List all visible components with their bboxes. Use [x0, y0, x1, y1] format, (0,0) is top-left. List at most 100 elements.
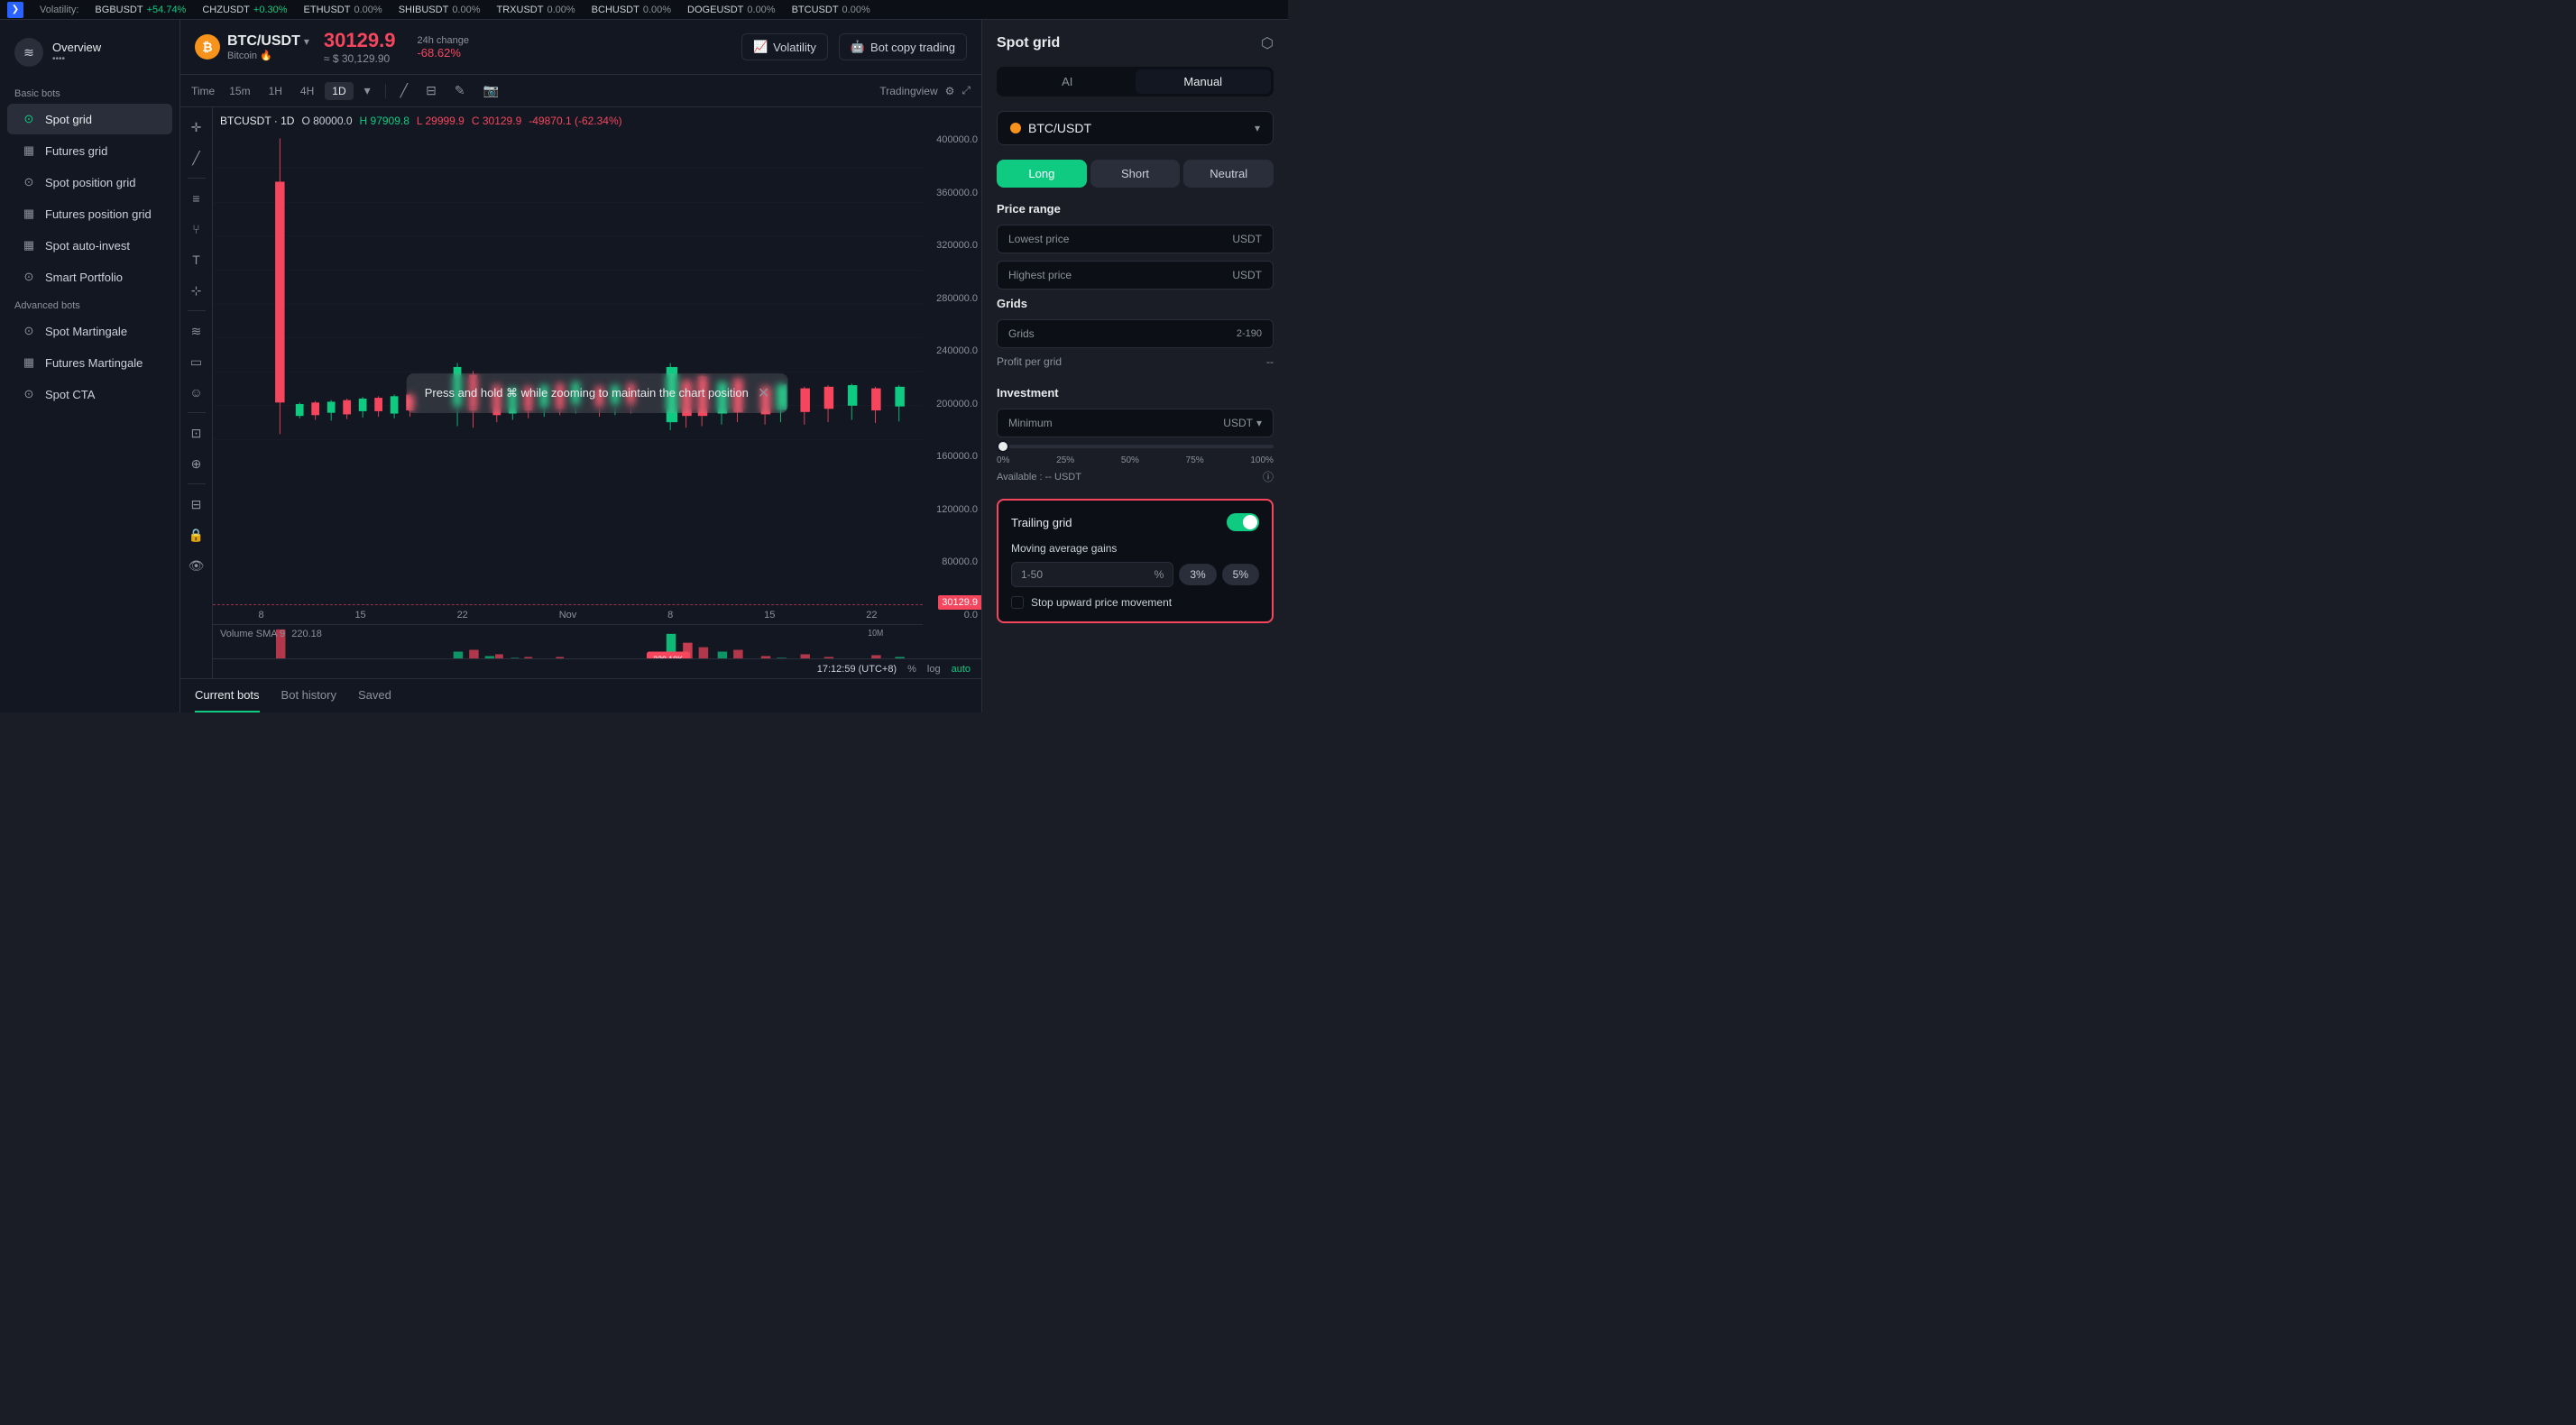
bot-copy-icon: 🤖: [851, 40, 865, 54]
investment-input[interactable]: Minimum USDT ▾: [997, 409, 1274, 437]
ma-3-percent-button[interactable]: 3%: [1179, 564, 1216, 585]
overview-dots: ••••: [52, 54, 101, 64]
lowest-price-unit: USDT: [1232, 233, 1262, 245]
price-range-title: Price range: [997, 202, 1274, 216]
sidebar-item-spot-auto-invest[interactable]: ▦ Spot auto-invest: [7, 230, 172, 261]
current-price-label: 30129.9: [938, 595, 981, 610]
pair-dropdown-icon[interactable]: ▾: [304, 35, 309, 48]
sidebar-item-spot-position-grid[interactable]: ⊙ Spot position grid: [7, 167, 172, 198]
fork-icon[interactable]: ⑂: [184, 216, 209, 242]
sidebar-item-spot-grid[interactable]: ⊙ Spot grid: [7, 104, 172, 134]
timeframe-4h[interactable]: 4H: [293, 82, 321, 100]
info-icon[interactable]: ⓘ: [1263, 469, 1274, 484]
ruler-icon[interactable]: ▭: [184, 349, 209, 374]
lowest-price-input[interactable]: Lowest price USDT: [997, 225, 1274, 253]
eye-icon[interactable]: 👁: [184, 553, 209, 578]
chart-bottom-bar: 17:12:59 (UTC+8) % log auto: [213, 658, 981, 678]
chart-controls: Time 15m 1H 4H 1D ▾ ╱ ⊟ ✎ 📷 Tradingview …: [180, 75, 981, 107]
trailing-toggle[interactable]: [1227, 513, 1259, 531]
nav-arrow-icon[interactable]: ❯: [7, 2, 23, 18]
line-chart-icon[interactable]: ╱: [393, 80, 415, 101]
auto-button[interactable]: auto: [952, 664, 971, 675]
sidebar-overview[interactable]: ≋ Overview ••••: [0, 31, 179, 74]
tab-current-bots[interactable]: Current bots: [195, 679, 260, 712]
sidebar-item-futures-position-grid[interactable]: ▦ Futures position grid: [7, 198, 172, 229]
ma-gains-input[interactable]: 1-50 %: [1011, 562, 1173, 587]
grids-range: 2-190: [1237, 328, 1262, 339]
tradingview-label: Tradingview: [879, 85, 937, 97]
investment-slider[interactable]: [997, 445, 1274, 448]
bot-icon[interactable]: ⊟: [184, 492, 209, 517]
magnet-icon[interactable]: ⊡: [184, 420, 209, 446]
tool-separator-2: [188, 310, 206, 311]
expand-icon[interactable]: ⤢: [961, 84, 971, 97]
short-button[interactable]: Short: [1090, 160, 1181, 188]
percent-label: %: [907, 664, 916, 675]
position-tabs: Long Short Neutral: [997, 160, 1274, 188]
sidebar-item-spot-martingale[interactable]: ⊙ Spot Martingale: [7, 316, 172, 346]
sidebar-item-smart-portfolio[interactable]: ⊙ Smart Portfolio: [7, 262, 172, 292]
panel-header: Spot grid ⬡: [997, 34, 1274, 52]
timeframe-dropdown-icon[interactable]: ▾: [357, 80, 378, 101]
mode-ai-button[interactable]: AI: [999, 69, 1136, 94]
sidebar-item-label: Futures position grid: [45, 207, 152, 221]
pair-selector-dropdown-icon: ▾: [1255, 122, 1260, 134]
timeframe-1d[interactable]: 1D: [325, 82, 353, 100]
bot-copy-trading-button[interactable]: 🤖 Bot copy trading: [839, 33, 967, 60]
settings-icon[interactable]: ⚙: [945, 85, 955, 97]
lowest-price-label: Lowest price: [1008, 233, 1227, 245]
pattern-icon[interactable]: ≋: [184, 318, 209, 344]
volatility-button[interactable]: 📈 Volatility: [741, 33, 828, 60]
ohlc-close: C 30129.9: [472, 115, 521, 127]
candle-chart-icon[interactable]: ⊟: [419, 80, 444, 101]
timeframe-1h[interactable]: 1H: [262, 82, 290, 100]
ma-5-percent-button[interactable]: 5%: [1222, 564, 1259, 585]
mode-manual-button[interactable]: Manual: [1136, 69, 1272, 94]
draw-icon[interactable]: ✎: [447, 80, 473, 101]
sidebar-item-label: Spot position grid: [45, 176, 135, 189]
tool-separator-4: [188, 483, 206, 484]
camera-icon[interactable]: 📷: [476, 80, 506, 101]
sidebar: ≋ Overview •••• Basic bots ⊙ Spot grid ▦…: [0, 20, 180, 712]
futures-martingale-icon: ▦: [22, 355, 36, 370]
lock-icon[interactable]: 🔒: [184, 522, 209, 547]
crosshair-icon[interactable]: ✛: [184, 115, 209, 140]
text-tool-icon[interactable]: T: [184, 247, 209, 272]
zoom-tool-icon[interactable]: ⊕: [184, 451, 209, 476]
profit-per-grid-row: Profit per grid --: [997, 352, 1274, 372]
grids-input[interactable]: Grids 2-190: [997, 319, 1274, 348]
sidebar-item-label: Spot grid: [45, 113, 92, 126]
pair-selector[interactable]: BTC/USDT ▾: [997, 111, 1274, 145]
available-label: Available :: [997, 472, 1043, 483]
tab-saved[interactable]: Saved: [358, 679, 391, 712]
panel-export-icon[interactable]: ⬡: [1261, 34, 1274, 52]
ma-input-placeholder: 1-50: [1021, 568, 1043, 581]
long-button[interactable]: Long: [997, 160, 1087, 188]
sidebar-item-futures-grid[interactable]: ▦ Futures grid: [7, 135, 172, 166]
timeframe-15m[interactable]: 15m: [222, 82, 257, 100]
slider-thumb[interactable]: [997, 440, 1009, 453]
pair-name: BTC/USDT: [227, 33, 300, 50]
tooltip-close-icon[interactable]: ✕: [758, 384, 769, 402]
highest-price-input[interactable]: Highest price USDT: [997, 261, 1274, 290]
sidebar-item-spot-cta[interactable]: ⊙ Spot CTA: [7, 379, 172, 409]
volatility-label: Volatility:: [40, 5, 78, 15]
sidebar-item-futures-martingale[interactable]: ▦ Futures Martingale: [7, 347, 172, 378]
ticker-bgbusdt: BGBUSDT +54.74%: [95, 5, 186, 15]
stop-upward-checkbox[interactable]: [1011, 596, 1024, 609]
log-button[interactable]: log: [927, 664, 941, 675]
channel-icon[interactable]: ≡: [184, 186, 209, 211]
neutral-button[interactable]: Neutral: [1183, 160, 1274, 188]
emoji-icon[interactable]: ☺: [184, 380, 209, 405]
measure-icon[interactable]: ⊹: [184, 278, 209, 303]
pair-info: ₿ BTC/USDT ▾ Bitcoin 🔥: [195, 33, 309, 61]
investment-dropdown-icon[interactable]: ▾: [1256, 417, 1262, 429]
ticker-chzusdt: CHZUSDT +0.30%: [202, 5, 287, 15]
pair-selector-name: BTC/USDT: [1028, 121, 1091, 135]
tab-bot-history[interactable]: Bot history: [281, 679, 336, 712]
line-tool-icon[interactable]: ╱: [184, 145, 209, 170]
slider-labels: 0% 25% 50% 75% 100%: [997, 455, 1274, 465]
chart-body: ✛ ╱ ≡ ⑂ T ⊹ ≋ ▭ ☺ ⊡ ⊕ ⊟ 🔒 👁: [180, 107, 981, 678]
ma-gains-row: 1-50 % 3% 5%: [1011, 562, 1259, 587]
right-panel: Spot grid ⬡ AI Manual BTC/USDT ▾ Long Sh…: [981, 20, 1288, 712]
